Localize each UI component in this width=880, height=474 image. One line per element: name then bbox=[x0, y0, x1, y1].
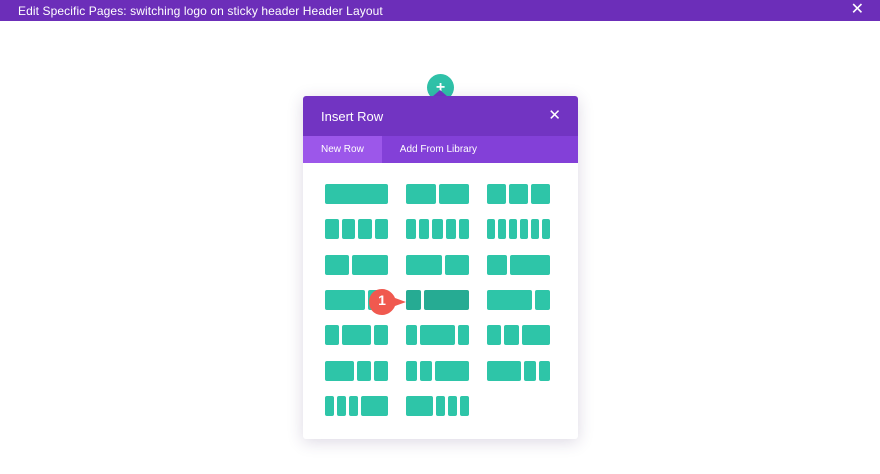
layout-column bbox=[420, 361, 432, 381]
row-layout-1-5-1-5-3-5[interactable] bbox=[406, 361, 469, 381]
layout-column bbox=[325, 290, 365, 310]
layout-column bbox=[419, 219, 430, 239]
layout-column bbox=[535, 290, 550, 310]
layout-column bbox=[436, 396, 445, 416]
row-layout-1-4-3-4[interactable] bbox=[406, 290, 469, 310]
close-icon[interactable]: ✕ bbox=[548, 108, 561, 123]
layout-column bbox=[356, 361, 371, 381]
top-bar: Edit Specific Pages: switching logo on s… bbox=[0, 0, 880, 21]
row-layout-1-6x6[interactable] bbox=[487, 219, 550, 239]
layout-column bbox=[521, 325, 550, 345]
modal-title: Insert Row bbox=[321, 108, 384, 124]
layout-column bbox=[374, 219, 388, 239]
row-layout-1-2-1-2[interactable] bbox=[406, 184, 469, 204]
layout-column bbox=[538, 361, 550, 381]
layout-column bbox=[439, 184, 469, 204]
layout-column bbox=[373, 361, 388, 381]
layout-column bbox=[325, 361, 354, 381]
layout-column bbox=[373, 325, 388, 345]
row-layout-1-2-1-6x3[interactable] bbox=[406, 396, 469, 416]
layout-column bbox=[457, 325, 469, 345]
row-layout-1-6x3-1-2[interactable] bbox=[325, 396, 388, 416]
layout-column bbox=[432, 219, 443, 239]
layout-column bbox=[349, 396, 358, 416]
row-layout-1-5x5[interactable] bbox=[406, 219, 469, 239]
layout-column bbox=[509, 219, 517, 239]
layout-column bbox=[406, 219, 417, 239]
layout-column bbox=[352, 255, 388, 275]
layout-column bbox=[406, 184, 436, 204]
step-number: 1 bbox=[378, 292, 386, 308]
tab-add-from-library[interactable]: Add From Library bbox=[382, 136, 495, 163]
page-title: Edit Specific Pages: switching logo on s… bbox=[18, 3, 383, 18]
layout-column bbox=[448, 396, 457, 416]
layout-column bbox=[445, 255, 469, 275]
layout-column bbox=[358, 219, 372, 239]
layout-column bbox=[498, 219, 506, 239]
layout-column bbox=[406, 255, 442, 275]
layout-column bbox=[487, 325, 502, 345]
step-marker: 1 bbox=[368, 288, 406, 316]
layout-column bbox=[487, 290, 532, 310]
layout-column bbox=[487, 361, 522, 381]
layout-column bbox=[325, 255, 349, 275]
layout-column bbox=[361, 396, 388, 416]
layout-column bbox=[406, 325, 418, 345]
modal-header: Insert Row ✕ bbox=[303, 96, 578, 136]
layout-column bbox=[341, 219, 355, 239]
layout-column bbox=[520, 219, 528, 239]
layout-column bbox=[509, 184, 528, 204]
row-layout-1-4-1-4-1-2[interactable] bbox=[487, 325, 550, 345]
layout-column bbox=[406, 290, 421, 310]
layout-column bbox=[524, 361, 536, 381]
row-layout-grid bbox=[303, 163, 578, 439]
layout-column bbox=[325, 325, 340, 345]
layout-column bbox=[406, 396, 433, 416]
layout-column bbox=[325, 219, 339, 239]
row-layout-1-4-1-2-1-4[interactable] bbox=[325, 325, 388, 345]
layout-column bbox=[487, 184, 506, 204]
row-layout-3-5-1-5-1-5[interactable] bbox=[487, 361, 550, 381]
row-layout-2-5-3-5[interactable] bbox=[325, 255, 388, 275]
close-icon[interactable]: ✕ bbox=[851, 2, 864, 18]
tab-new-row[interactable]: New Row bbox=[303, 136, 382, 163]
row-layout-1-5-3-5-1-5[interactable] bbox=[406, 325, 469, 345]
layout-column bbox=[458, 219, 469, 239]
layout-column bbox=[424, 290, 469, 310]
row-layout-1-4x4[interactable] bbox=[325, 219, 388, 239]
layout-column bbox=[542, 219, 550, 239]
row-layout-3-5-2-5[interactable] bbox=[406, 255, 469, 275]
layout-column bbox=[445, 219, 456, 239]
layout-column bbox=[420, 325, 455, 345]
row-layout-1-3-2-3[interactable] bbox=[487, 255, 550, 275]
row-layout-3-4-1-4[interactable] bbox=[487, 290, 550, 310]
layout-column bbox=[487, 219, 495, 239]
layout-column bbox=[325, 184, 388, 204]
row-layout-1-3x3[interactable] bbox=[487, 184, 550, 204]
layout-column bbox=[434, 361, 469, 381]
layout-column bbox=[342, 325, 371, 345]
row-layout-1[interactable] bbox=[325, 184, 388, 204]
layout-column bbox=[460, 396, 469, 416]
row-layout-1-2-1-4-1-4[interactable] bbox=[325, 361, 388, 381]
layout-column bbox=[531, 219, 539, 239]
layout-column bbox=[531, 184, 550, 204]
layout-column bbox=[487, 255, 507, 275]
layout-column bbox=[325, 396, 334, 416]
modal-tabs: New Row Add From Library bbox=[303, 136, 578, 163]
layout-column bbox=[337, 396, 346, 416]
layout-column bbox=[406, 361, 418, 381]
layout-column bbox=[510, 255, 550, 275]
insert-row-modal: Insert Row ✕ New Row Add From Library bbox=[303, 96, 578, 439]
layout-column bbox=[504, 325, 519, 345]
